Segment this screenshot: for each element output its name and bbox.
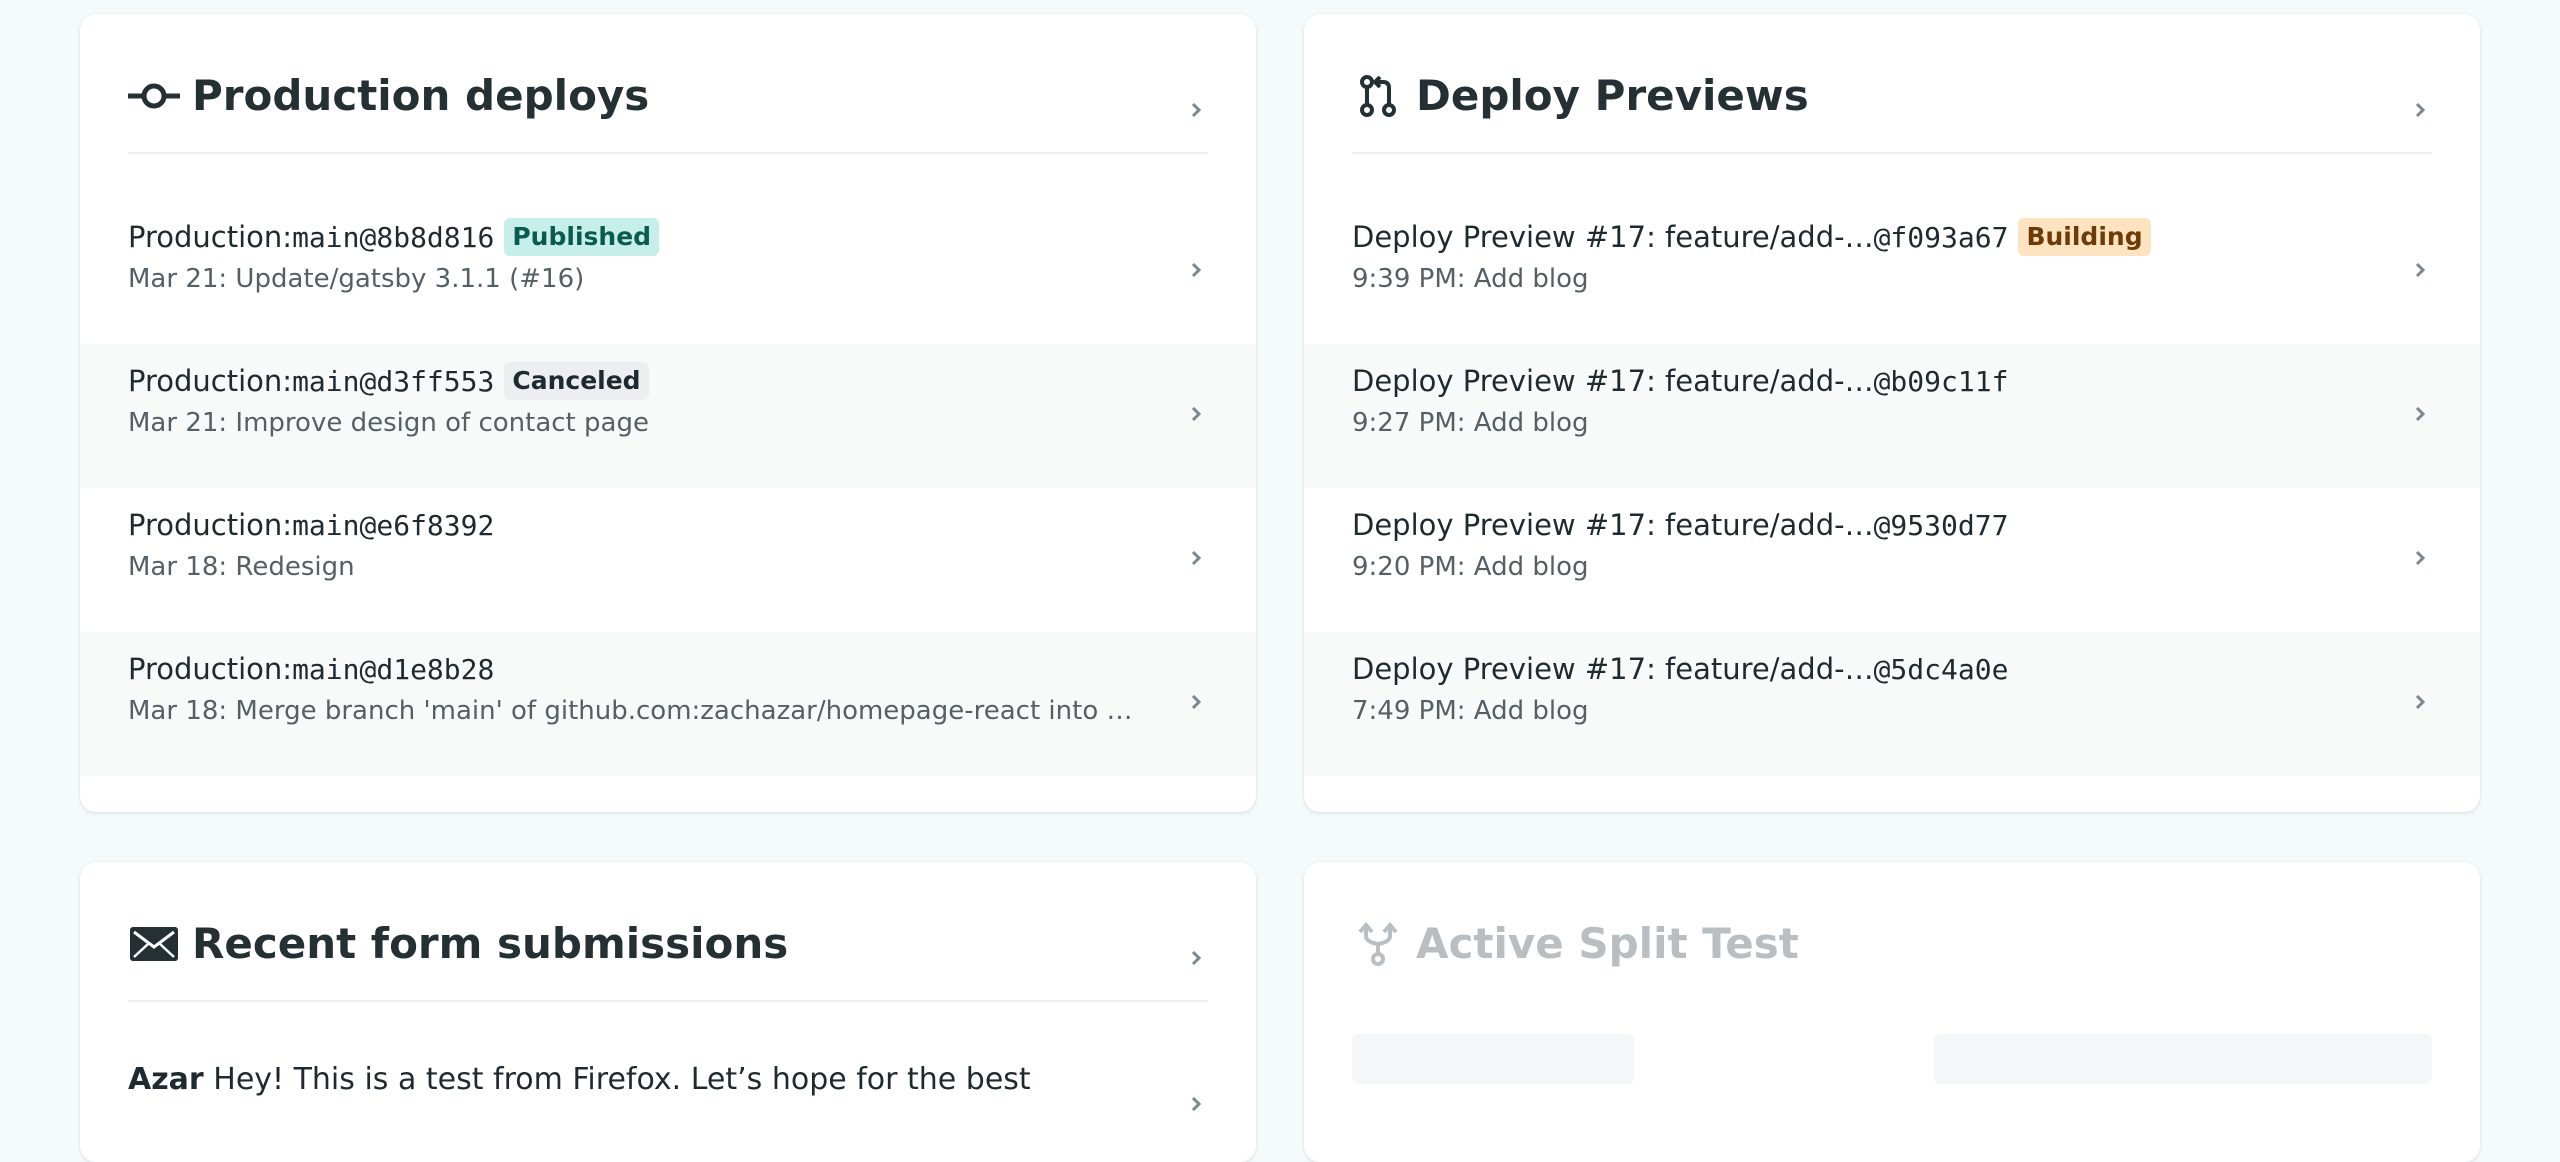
deploy-label: Production: — [128, 364, 293, 398]
deploy-label: Deploy Preview #17: feature/add-… — [1352, 508, 1874, 542]
commit-icon — [128, 74, 180, 118]
submitter-name: Azar — [128, 1062, 204, 1097]
deploy-row[interactable]: Deploy Preview #17: feature/add-… @5dc4a0… — [1304, 632, 2480, 776]
deploy-previews-card: Deploy Previews Deploy Preview #17: feat… — [1304, 14, 2480, 812]
deploy-label: Deploy Preview #17: feature/add-… — [1352, 220, 1874, 254]
submission-message: Hey! This is a test from Firefox. Let’s … — [213, 1062, 1031, 1097]
form-submissions-card: Recent form submissions Azar Hey! This i… — [80, 862, 1256, 1162]
chevron-right-icon[interactable] — [2410, 548, 2430, 568]
deploy-previews-header[interactable]: Deploy Previews — [1352, 74, 2432, 154]
deploy-row[interactable]: Deploy Preview #17: feature/add-… @9530d7… — [1304, 488, 2480, 632]
deploy-label: Production: — [128, 652, 293, 686]
deploy-row[interactable]: Production: main@d3ff553 Canceled Mar 21: … — [80, 344, 1256, 488]
deploy-message: Mar 21: Update/gatsby 3.1.1 (#16) — [128, 264, 585, 294]
commit-ref: main@8b8d816 — [292, 220, 495, 254]
deploy-previews-title: Deploy Previews — [1416, 71, 1809, 120]
chevron-right-icon[interactable] — [2410, 100, 2430, 120]
chevron-right-icon[interactable] — [2410, 260, 2430, 280]
deploy-label: Production: — [128, 508, 293, 542]
deploy-title: Deploy Preview #17: feature/add-… @5dc4a0… — [1352, 648, 2008, 690]
deploy-title: Deploy Preview #17: feature/add-… @f093a6… — [1352, 216, 2151, 258]
deploy-message: 9:27 PM: Add blog — [1352, 408, 1589, 438]
deploy-label: Deploy Preview #17: feature/add-… — [1352, 652, 1874, 686]
chevron-right-icon[interactable] — [1186, 692, 1206, 712]
form-submissions-header[interactable]: Recent form submissions — [128, 922, 1208, 1002]
chevron-right-icon[interactable] — [1186, 548, 1206, 568]
chevron-right-icon[interactable] — [1186, 1094, 1206, 1114]
chevron-right-icon[interactable] — [1186, 100, 1206, 120]
deploy-message: 7:49 PM: Add blog — [1352, 696, 1589, 726]
commit-ref: main@d3ff553 — [292, 364, 495, 398]
form-submissions-title: Recent form submissions — [192, 919, 789, 968]
split-test-header: Active Split Test — [1352, 922, 2432, 1002]
chevron-right-icon[interactable] — [2410, 404, 2430, 424]
production-deploys-header[interactable]: Production deploys — [128, 74, 1208, 154]
deploy-title: Deploy Preview #17: feature/add-… @9530d7… — [1352, 504, 2008, 546]
chevron-right-icon[interactable] — [1186, 948, 1206, 968]
deploy-row[interactable]: Production: main@8b8d816 Published Mar 21:… — [80, 200, 1256, 344]
commit-ref: @b09c11f — [1873, 364, 2009, 398]
production-deploys-title: Production deploys — [192, 71, 650, 120]
deploy-title: Deploy Preview #17: feature/add-… @b09c11… — [1352, 360, 2008, 402]
production-deploys-card: Production deploys Production: main@8b8d… — [80, 14, 1256, 812]
deploy-row[interactable]: Deploy Preview #17: feature/add-… @b09c11… — [1304, 344, 2480, 488]
status-badge: Published — [504, 218, 660, 256]
commit-ref: @5dc4a0e — [1873, 652, 2009, 686]
chevron-right-icon[interactable] — [1186, 404, 1206, 424]
status-badge: Building — [2018, 218, 2151, 256]
commit-ref: @f093a67 — [1873, 220, 2009, 254]
deploy-message: Mar 21: Improve design of contact page — [128, 408, 649, 438]
split-test-card: Active Split Test — [1304, 862, 2480, 1162]
commit-ref: main@d1e8b28 — [292, 652, 495, 686]
chevron-right-icon[interactable] — [2410, 692, 2430, 712]
deploy-message: 9:20 PM: Add blog — [1352, 552, 1589, 582]
pull-request-icon — [1352, 74, 1404, 118]
form-submission-row[interactable]: Azar Hey! This is a test from Firefox. L… — [128, 1062, 1208, 1097]
deploy-message: Mar 18: Merge branch 'main' of github.co… — [128, 696, 1156, 726]
loading-placeholder — [1352, 1034, 1634, 1084]
status-badge: Canceled — [504, 362, 649, 400]
deploy-row[interactable]: Deploy Preview #17: feature/add-… @f093a6… — [1304, 200, 2480, 344]
deploy-title: Production: main@e6f8392 — [128, 504, 494, 546]
chevron-right-icon[interactable] — [1186, 260, 1206, 280]
commit-ref: @9530d77 — [1873, 508, 2009, 542]
deploy-row[interactable]: Production: main@d1e8b28 Mar 18: Merge br… — [80, 632, 1256, 776]
deploy-label: Production: — [128, 220, 293, 254]
deploy-title: Production: main@d3ff553 Canceled — [128, 360, 649, 402]
commit-ref: main@e6f8392 — [292, 508, 495, 542]
split-arrows-icon — [1352, 922, 1404, 966]
deploy-title: Production: main@d1e8b28 — [128, 648, 494, 690]
deploy-label: Deploy Preview #17: feature/add-… — [1352, 364, 1874, 398]
split-test-title: Active Split Test — [1416, 919, 1799, 968]
deploy-message: Mar 18: Redesign — [128, 552, 355, 582]
deploy-title: Production: main@8b8d816 Published — [128, 216, 660, 258]
deploy-message: 9:39 PM: Add blog — [1352, 264, 1589, 294]
loading-placeholder — [1934, 1034, 2432, 1084]
envelope-icon — [128, 922, 180, 966]
deploy-row[interactable]: Production: main@e6f8392 Mar 18: Redesign — [80, 488, 1256, 632]
